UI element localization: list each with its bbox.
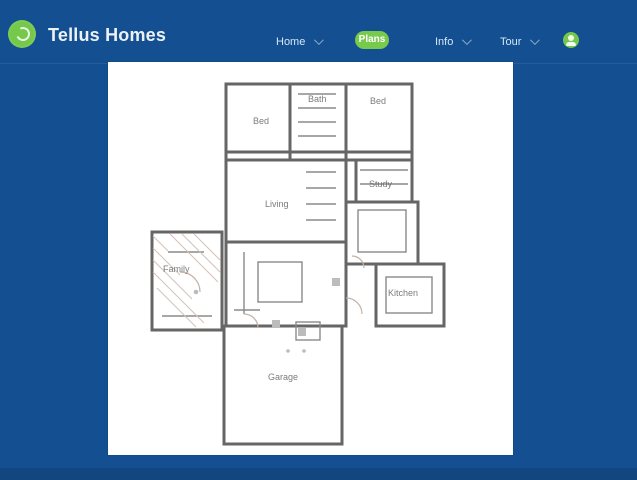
brand-name[interactable]: Tellus Homes xyxy=(48,25,166,46)
room-label-bed-1: Bed xyxy=(253,116,269,126)
nav-item-info-label: Info xyxy=(435,36,454,48)
floorplan-drawing[interactable]: Bed Bath Bed Living Study Family Kitchen… xyxy=(108,62,513,455)
bottom-strip xyxy=(0,468,637,480)
left-side-handle xyxy=(98,226,106,278)
room-label-study: Study xyxy=(369,179,393,189)
chevron-down-icon xyxy=(462,35,473,46)
chevron-down-icon xyxy=(314,35,325,46)
room-label-garage: Garage xyxy=(268,372,298,382)
nav-item-home[interactable]: Home xyxy=(276,34,325,50)
room-label-kitchen: Kitchen xyxy=(388,288,418,298)
brand-logo-icon[interactable] xyxy=(8,20,36,48)
room-label-family: Family xyxy=(163,264,190,274)
top-navigation-bar: Tellus Homes Home Plans Info Tour xyxy=(0,0,637,64)
nav-item-info[interactable]: Info xyxy=(435,34,473,50)
nav-item-tour[interactable]: Tour xyxy=(500,34,541,50)
paper-background xyxy=(108,62,513,455)
room-label-living: Living xyxy=(265,199,289,209)
chevron-down-icon xyxy=(530,35,541,46)
room-label-bath: Bath xyxy=(308,94,327,104)
right-side-handle xyxy=(514,226,522,278)
app-window: Tellus Homes Home Plans Info Tour Bed Ba… xyxy=(0,0,637,480)
room-label-bed-2: Bed xyxy=(370,96,386,106)
nav-item-home-label: Home xyxy=(276,36,306,48)
nav-item-tour-label: Tour xyxy=(500,36,522,48)
nav-item-plans[interactable]: Plans xyxy=(355,31,389,49)
floorplan-panel[interactable]: Bed Bath Bed Living Study Family Kitchen… xyxy=(108,62,513,455)
user-icon[interactable] xyxy=(563,32,579,48)
